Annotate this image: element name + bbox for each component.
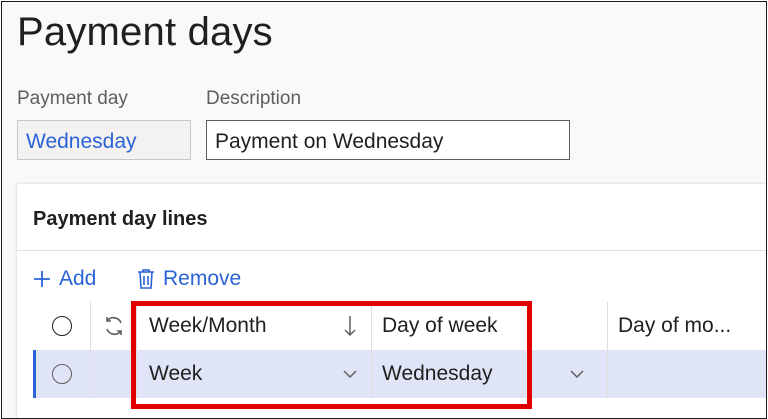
payment-day-field[interactable]: Wednesday (17, 120, 191, 160)
sort-descending-icon (344, 316, 356, 337)
card-title: Payment day lines (33, 208, 208, 230)
week-month-value: Week (149, 362, 203, 385)
chevron-down-icon[interactable] (343, 370, 357, 379)
card-divider (17, 250, 766, 251)
description-label: Description (206, 88, 302, 109)
payment-day-label: Payment day (17, 88, 128, 109)
row-select-checkbox[interactable] (33, 350, 91, 398)
page-title: Payment days (17, 10, 273, 54)
add-button-label: Add (59, 267, 97, 290)
table-row[interactable]: Week Wednesday (33, 350, 766, 398)
column-header-day-of-week[interactable]: Day of week (372, 302, 608, 350)
refresh-icon (105, 316, 122, 336)
description-field[interactable]: Payment on Wednesday (206, 120, 570, 160)
row-spacer-cell (91, 350, 137, 398)
row-select-radio[interactable] (51, 364, 72, 384)
week-month-select[interactable]: Week (137, 350, 372, 398)
add-button[interactable]: Add (33, 264, 96, 294)
grid-header-row: Week/Month Day of week Day of mo... (33, 302, 766, 351)
day-of-week-header-label: Day of week (382, 314, 498, 337)
payment-day-lines-card: Payment day lines Add Remove Week/Month … (17, 184, 766, 418)
week-month-header-label: Week/Month (149, 314, 267, 337)
chevron-down-icon[interactable] (570, 370, 584, 379)
payment-days-window: Payment days Payment day Description Wed… (1, 1, 767, 419)
day-of-week-select[interactable]: Wednesday (372, 350, 608, 398)
refresh-button[interactable] (91, 302, 137, 350)
day-of-week-value: Wednesday (382, 362, 493, 385)
column-header-day-of-month[interactable]: Day of mo... (608, 302, 766, 350)
select-all-radio[interactable] (51, 316, 72, 336)
delete-icon (138, 269, 154, 289)
payment-day-lines-grid: Week/Month Day of week Day of mo... Week… (33, 302, 766, 412)
add-icon (34, 271, 50, 287)
remove-button-label: Remove (163, 267, 242, 290)
select-all-checkbox[interactable] (33, 302, 91, 350)
day-of-month-cell[interactable] (608, 350, 766, 398)
remove-button[interactable]: Remove (137, 264, 241, 294)
column-header-week-month[interactable]: Week/Month (137, 302, 372, 350)
day-of-month-header-label: Day of mo... (618, 314, 732, 337)
